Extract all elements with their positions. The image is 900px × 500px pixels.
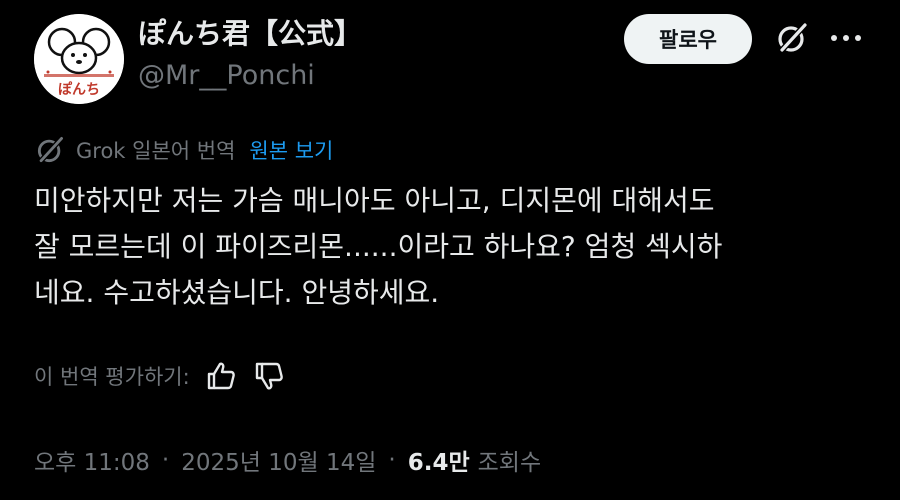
tweet-time[interactable]: 오후 11:08 [34, 443, 150, 477]
tweet-text: 미안하지만 저는 가슴 매니아도 아니고, 디지몬에 대해서도 잘 모르는데 이… [34, 178, 884, 316]
rating-label: 이 번역 평가하기: [34, 365, 190, 389]
views-count[interactable]: 6.4만 [408, 443, 470, 477]
grok-icon[interactable] [774, 20, 810, 56]
meta-separator: · [388, 447, 396, 473]
author-display-name[interactable]: ぽんち君【公式】 [138, 14, 362, 54]
translation-rating: 이 번역 평가하기: [34, 358, 286, 394]
more-horizontal-icon[interactable] [828, 20, 864, 56]
translation-info: Grok 일본어 번역 원본 보기 [34, 133, 333, 167]
author-handle[interactable]: @Mr__Ponchi [138, 56, 315, 96]
meta-separator: · [161, 447, 170, 473]
follow-button[interactable]: 팔로우 [624, 14, 752, 64]
tweet-date[interactable]: 2025년 10월 14일 [181, 443, 376, 477]
grok-icon [37, 137, 63, 163]
tweet-meta: 오후 11:08 · 2025년 10월 14일 · 6.4만 조회수 [34, 440, 541, 480]
mouse-logo-icon: ぽんち [34, 14, 124, 104]
tweet-text-line: 잘 모르는데 이 파이즈리몬......이라고 하나요? 엄청 섹시하 [34, 230, 723, 263]
thumbs-up-icon[interactable] [204, 359, 238, 393]
views-label: 조회수 [477, 450, 542, 476]
svg-text:ぽんち: ぽんち [58, 81, 100, 98]
show-original-link[interactable]: 원본 보기 [249, 135, 333, 165]
thumbs-down-icon[interactable] [252, 359, 286, 393]
tweet-text-line: 미안하지만 저는 가슴 매니아도 아니고, 디지몬에 대해서도 [34, 184, 715, 217]
tweet-text-line: 네요. 수고하셨습니다. 안녕하세요. [34, 276, 440, 309]
translation-label: Grok 일본어 번역 [76, 139, 236, 163]
avatar[interactable]: ぽんち [34, 14, 124, 104]
